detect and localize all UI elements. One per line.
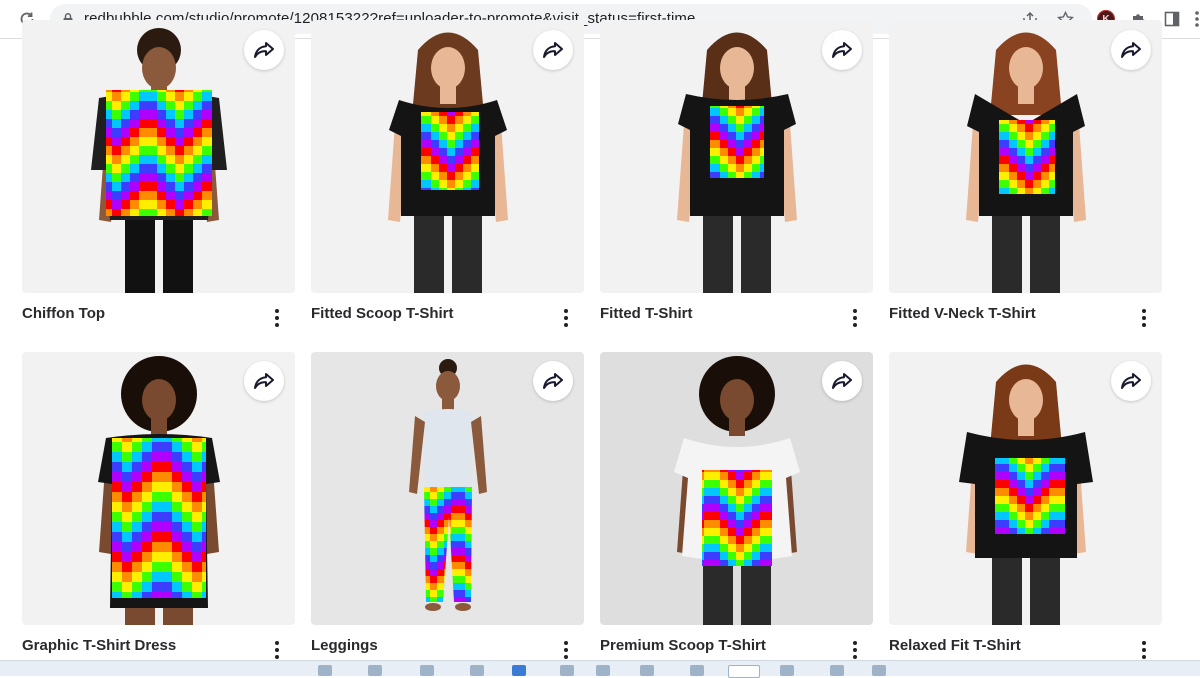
side-panel-icon[interactable] bbox=[1161, 8, 1183, 30]
share-button[interactable] bbox=[1111, 361, 1151, 401]
product-title[interactable]: Premium Scoop T-Shirt bbox=[600, 637, 766, 654]
share-arrow-icon bbox=[543, 373, 563, 389]
product-title[interactable]: Fitted Scoop T-Shirt bbox=[311, 305, 454, 322]
share-button[interactable] bbox=[533, 30, 573, 70]
more-options-icon[interactable] bbox=[845, 306, 865, 330]
taskbar-app-icon[interactable] bbox=[830, 665, 844, 676]
more-options-icon[interactable] bbox=[1134, 638, 1154, 662]
more-options-icon[interactable] bbox=[556, 306, 576, 330]
share-arrow-icon bbox=[832, 373, 852, 389]
share-arrow-icon bbox=[543, 42, 563, 58]
taskbar-app-icon[interactable] bbox=[512, 665, 526, 676]
product-title[interactable]: Relaxed Fit T-Shirt bbox=[889, 637, 1021, 654]
share-button[interactable] bbox=[244, 30, 284, 70]
taskbar-app-icon[interactable] bbox=[560, 665, 574, 676]
share-button[interactable] bbox=[1111, 30, 1151, 70]
taskbar-app-icon[interactable] bbox=[420, 665, 434, 676]
more-options-icon[interactable] bbox=[267, 306, 287, 330]
share-button[interactable] bbox=[822, 30, 862, 70]
share-arrow-icon bbox=[832, 42, 852, 58]
more-options-icon[interactable] bbox=[556, 638, 576, 662]
product-title[interactable]: Graphic T-Shirt Dress bbox=[22, 637, 176, 654]
product-title[interactable]: Chiffon Top bbox=[22, 305, 105, 322]
taskbar-app-icon[interactable] bbox=[872, 665, 886, 676]
more-options-icon[interactable] bbox=[267, 638, 287, 662]
browser-menu-icon[interactable] bbox=[1186, 8, 1200, 30]
share-arrow-icon bbox=[1121, 373, 1141, 389]
share-button[interactable] bbox=[533, 361, 573, 401]
taskbar-app-icon[interactable] bbox=[596, 665, 610, 676]
more-options-icon[interactable] bbox=[845, 638, 865, 662]
taskbar-app-icon[interactable] bbox=[780, 665, 794, 676]
share-arrow-icon bbox=[254, 42, 274, 58]
taskbar-app-icon[interactable] bbox=[318, 665, 332, 676]
product-title[interactable]: Fitted V-Neck T-Shirt bbox=[889, 305, 1036, 322]
share-button[interactable] bbox=[244, 361, 284, 401]
taskbar-app-icon[interactable] bbox=[728, 665, 760, 678]
product-title[interactable]: Fitted T-Shirt bbox=[600, 305, 693, 322]
taskbar-app-icon[interactable] bbox=[368, 665, 382, 676]
taskbar-app-icon[interactable] bbox=[470, 665, 484, 676]
os-taskbar bbox=[0, 660, 1200, 678]
taskbar-app-icon[interactable] bbox=[640, 665, 654, 676]
more-options-icon[interactable] bbox=[1134, 306, 1154, 330]
share-button[interactable] bbox=[822, 361, 862, 401]
share-arrow-icon bbox=[254, 373, 274, 389]
taskbar-app-icon[interactable] bbox=[690, 665, 704, 676]
share-arrow-icon bbox=[1121, 42, 1141, 58]
product-title[interactable]: Leggings bbox=[311, 637, 378, 654]
